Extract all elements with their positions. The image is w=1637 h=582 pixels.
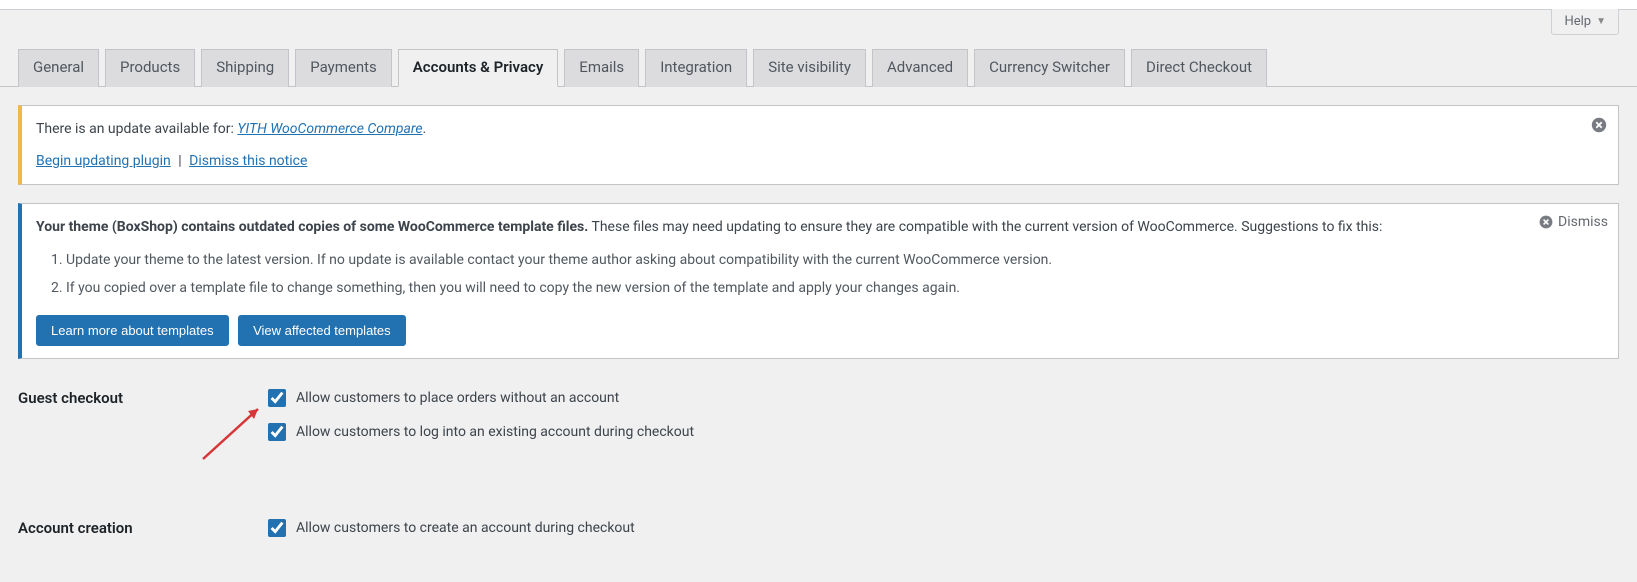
allow-login-checkout-checkbox[interactable]	[268, 423, 286, 441]
template-notice-list: Update your theme to the latest version.…	[36, 249, 1604, 300]
tab-advanced[interactable]: Advanced	[872, 49, 968, 87]
template-outdated-notice: Dismiss Your theme (BoxShop) contains ou…	[18, 203, 1619, 359]
guest-checkout-option-1: Allow customers to place orders without …	[268, 389, 1619, 407]
chevron-down-icon: ▼	[1596, 16, 1606, 27]
guest-checkout-row: Guest checkout Allow customers to place …	[18, 379, 1619, 467]
close-icon	[1538, 214, 1554, 230]
template-notice-text: Your theme (BoxShop) contains outdated c…	[36, 216, 1604, 238]
tab-accounts-privacy[interactable]: Accounts & Privacy	[398, 49, 559, 87]
tab-emails[interactable]: Emails	[564, 49, 639, 87]
template-notice-item-2: If you copied over a template file to ch…	[66, 277, 1604, 299]
begin-updating-link[interactable]: Begin updating plugin	[36, 153, 171, 169]
update-notice-actions: Begin updating plugin | Dismiss this not…	[36, 150, 1604, 172]
update-notice-line: There is an update available for: YITH W…	[36, 118, 1604, 140]
help-tab-wrap: Help ▼	[0, 9, 1637, 35]
learn-more-templates-button[interactable]: Learn more about templates	[36, 315, 229, 346]
tab-general[interactable]: General	[18, 49, 99, 87]
content-area: There is an update available for: YITH W…	[0, 87, 1637, 582]
allow-guest-orders-checkbox[interactable]	[268, 389, 286, 407]
account-creation-option-1: Allow customers to create an account dur…	[268, 519, 1619, 537]
plugin-link[interactable]: YITH WooCommerce Compare	[237, 121, 422, 137]
tab-payments[interactable]: Payments	[295, 49, 392, 87]
settings-form-table: Guest checkout Allow customers to place …	[18, 379, 1619, 563]
dismiss-notice-link[interactable]: Dismiss this notice	[189, 153, 307, 169]
period: .	[423, 121, 427, 137]
dismiss-notice-button[interactable]	[1590, 116, 1608, 134]
dismiss-template-label: Dismiss	[1558, 214, 1608, 230]
update-notice-prefix: There is an update available for:	[36, 121, 237, 137]
tab-shipping[interactable]: Shipping	[201, 49, 289, 87]
nav-tab-wrapper: General Products Shipping Payments Accou…	[0, 35, 1637, 87]
view-affected-templates-button[interactable]: View affected templates	[238, 315, 406, 346]
tab-integration[interactable]: Integration	[645, 49, 747, 87]
tab-products[interactable]: Products	[105, 49, 195, 87]
tab-direct-checkout[interactable]: Direct Checkout	[1131, 49, 1267, 87]
tab-site-visibility[interactable]: Site visibility	[753, 49, 866, 87]
help-tab-button[interactable]: Help ▼	[1551, 9, 1619, 35]
guest-checkout-option-2: Allow customers to log into an existing …	[268, 423, 1619, 441]
allow-create-account-checkout-checkbox[interactable]	[268, 519, 286, 537]
account-creation-heading: Account creation	[18, 509, 268, 563]
close-icon	[1590, 116, 1608, 134]
allow-create-account-checkout-label[interactable]: Allow customers to create an account dur…	[296, 520, 635, 536]
template-notice-rest: These files may need updating to ensure …	[588, 219, 1382, 235]
dismiss-template-notice[interactable]: Dismiss	[1538, 214, 1608, 230]
allow-login-checkout-label[interactable]: Allow customers to log into an existing …	[296, 424, 694, 440]
template-notice-buttons: Learn more about templates View affected…	[36, 315, 1604, 346]
template-notice-bold: Your theme (BoxShop) contains outdated c…	[36, 219, 588, 235]
template-notice-item-1: Update your theme to the latest version.…	[66, 249, 1604, 271]
allow-guest-orders-label[interactable]: Allow customers to place orders without …	[296, 390, 619, 406]
help-tab-label: Help	[1564, 14, 1591, 29]
account-creation-row: Account creation Allow customers to crea…	[18, 509, 1619, 563]
guest-checkout-heading: Guest checkout	[18, 379, 268, 467]
plugin-update-notice: There is an update available for: YITH W…	[18, 105, 1619, 186]
divider: |	[175, 153, 185, 169]
tab-currency-switcher[interactable]: Currency Switcher	[974, 49, 1125, 87]
